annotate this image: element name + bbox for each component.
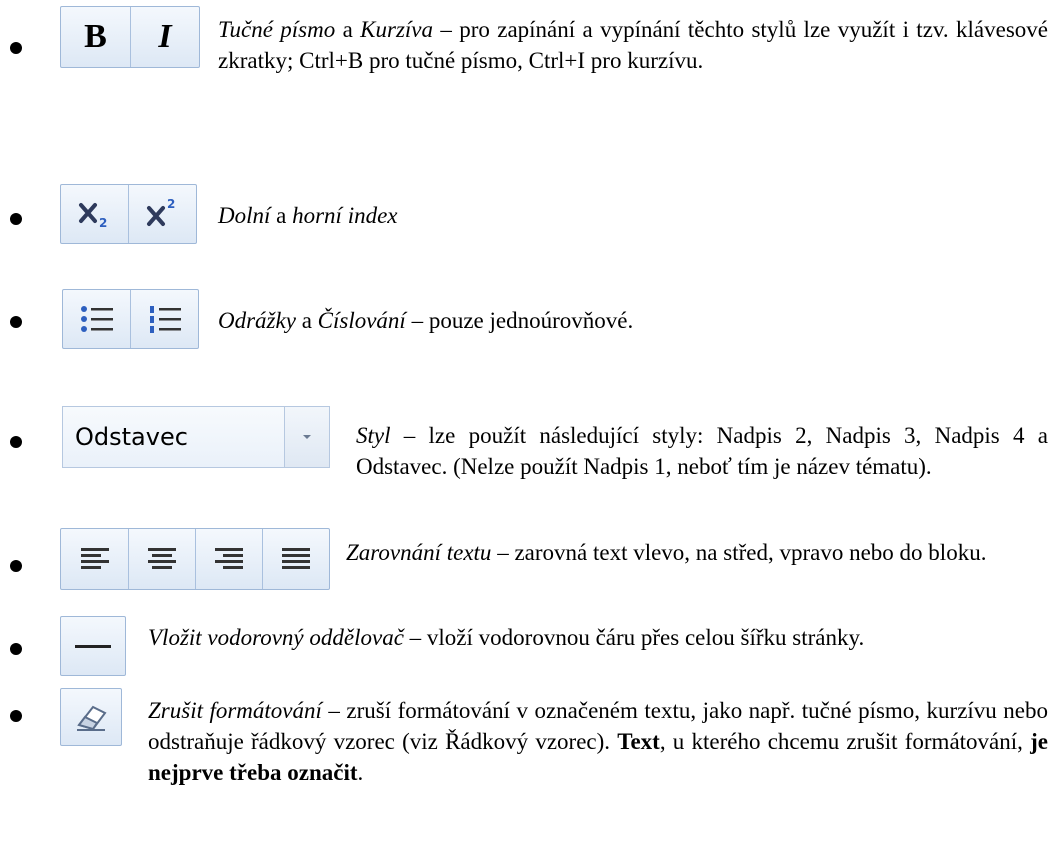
superscript-icon: 2 [146,197,175,226]
chevron-down-icon [303,435,311,439]
align-right-icon [215,548,243,569]
bullet [10,316,22,328]
svg-text:2: 2 [99,216,107,230]
item-text: Odrážky a Číslování – pouze jednoúrovňov… [218,305,1048,336]
text-run: , u kterého chcemu zrušit formátování, [659,729,1031,754]
align-left-button[interactable] [61,529,129,589]
bold-text: Text [617,729,660,754]
text-run: – lze použít následující styly: Nadpis 2… [356,423,1048,479]
item-text: Tučné písmo a Kurzíva – pro zapínání a v… [218,14,1048,76]
text-run: . [357,760,364,785]
horizontal-rule-icon [75,645,111,648]
numbering-icon [149,306,181,333]
item-text: Dolní a horní index [218,200,1048,231]
style-select[interactable]: Odstavec [62,406,330,468]
bold-icon: B [84,18,107,55]
bullet [10,560,22,572]
bullet [10,42,22,54]
align-center-icon [148,548,176,569]
italic-term: horní index [292,203,398,228]
eraser-icon [77,705,107,731]
text-run: – zarovná text vlevo, na střed, vpravo n… [491,540,987,565]
bullet [10,710,22,722]
index-toolbar: 2 2 [60,184,197,244]
style-select-value: Odstavec [75,423,188,451]
numbering-button[interactable] [131,290,198,348]
horizontal-rule-toolbar [60,616,126,676]
item-text: Styl – lze použít následující styly: Nad… [356,420,1048,482]
italic-term: Odrážky [218,308,296,333]
italic-term: Vložit vodorovný oddělovač [148,625,404,650]
svg-text:2: 2 [167,197,175,211]
italic-icon: I [158,18,172,55]
text-run: a [295,308,318,333]
align-right-button[interactable] [196,529,263,589]
bullets-button[interactable] [63,290,131,348]
list-toolbar [62,289,199,349]
italic-term: Číslování [317,308,406,333]
align-justify-icon [282,548,310,569]
italic-term: Zrušit formátování [148,698,322,723]
clear-formatting-toolbar [60,688,122,746]
superscript-button[interactable]: 2 [129,185,196,243]
alignment-toolbar [60,528,330,590]
style-select-arrow[interactable] [284,407,329,467]
item-text: Vložit vodorovný oddělovač – vloží vodor… [148,622,1048,653]
subscript-icon: 2 [78,203,107,230]
item-text: Zrušit formátování – zruší formátování v… [148,695,1048,788]
bullet [10,436,22,448]
text-run: – vloží vodorovnou čáru přes celou šířku… [403,625,865,650]
italic-term: Kurzíva [360,17,434,42]
bullet [10,213,22,225]
horizontal-rule-button[interactable] [61,617,125,675]
italic-button[interactable]: I [131,7,199,67]
align-justify-button[interactable] [263,529,329,589]
text-run: – pouze jednoúrovňové. [405,308,634,333]
italic-term: Dolní [218,203,271,228]
bullet [10,643,22,655]
text-run: a [270,203,293,228]
italic-term: Tučné písmo [218,17,336,42]
align-left-icon [80,548,109,569]
bullets-icon [80,306,113,332]
bold-italic-toolbar: B I [60,6,200,68]
italic-term: Zarovnání textu [346,540,492,565]
item-text: Zarovnání textu – zarovná text vlevo, na… [346,537,1048,568]
subscript-button[interactable]: 2 [61,185,129,243]
bold-button[interactable]: B [61,7,131,67]
align-center-button[interactable] [129,529,196,589]
text-run: a [335,17,361,42]
clear-formatting-button[interactable] [61,689,121,745]
italic-term: Styl [356,423,391,448]
